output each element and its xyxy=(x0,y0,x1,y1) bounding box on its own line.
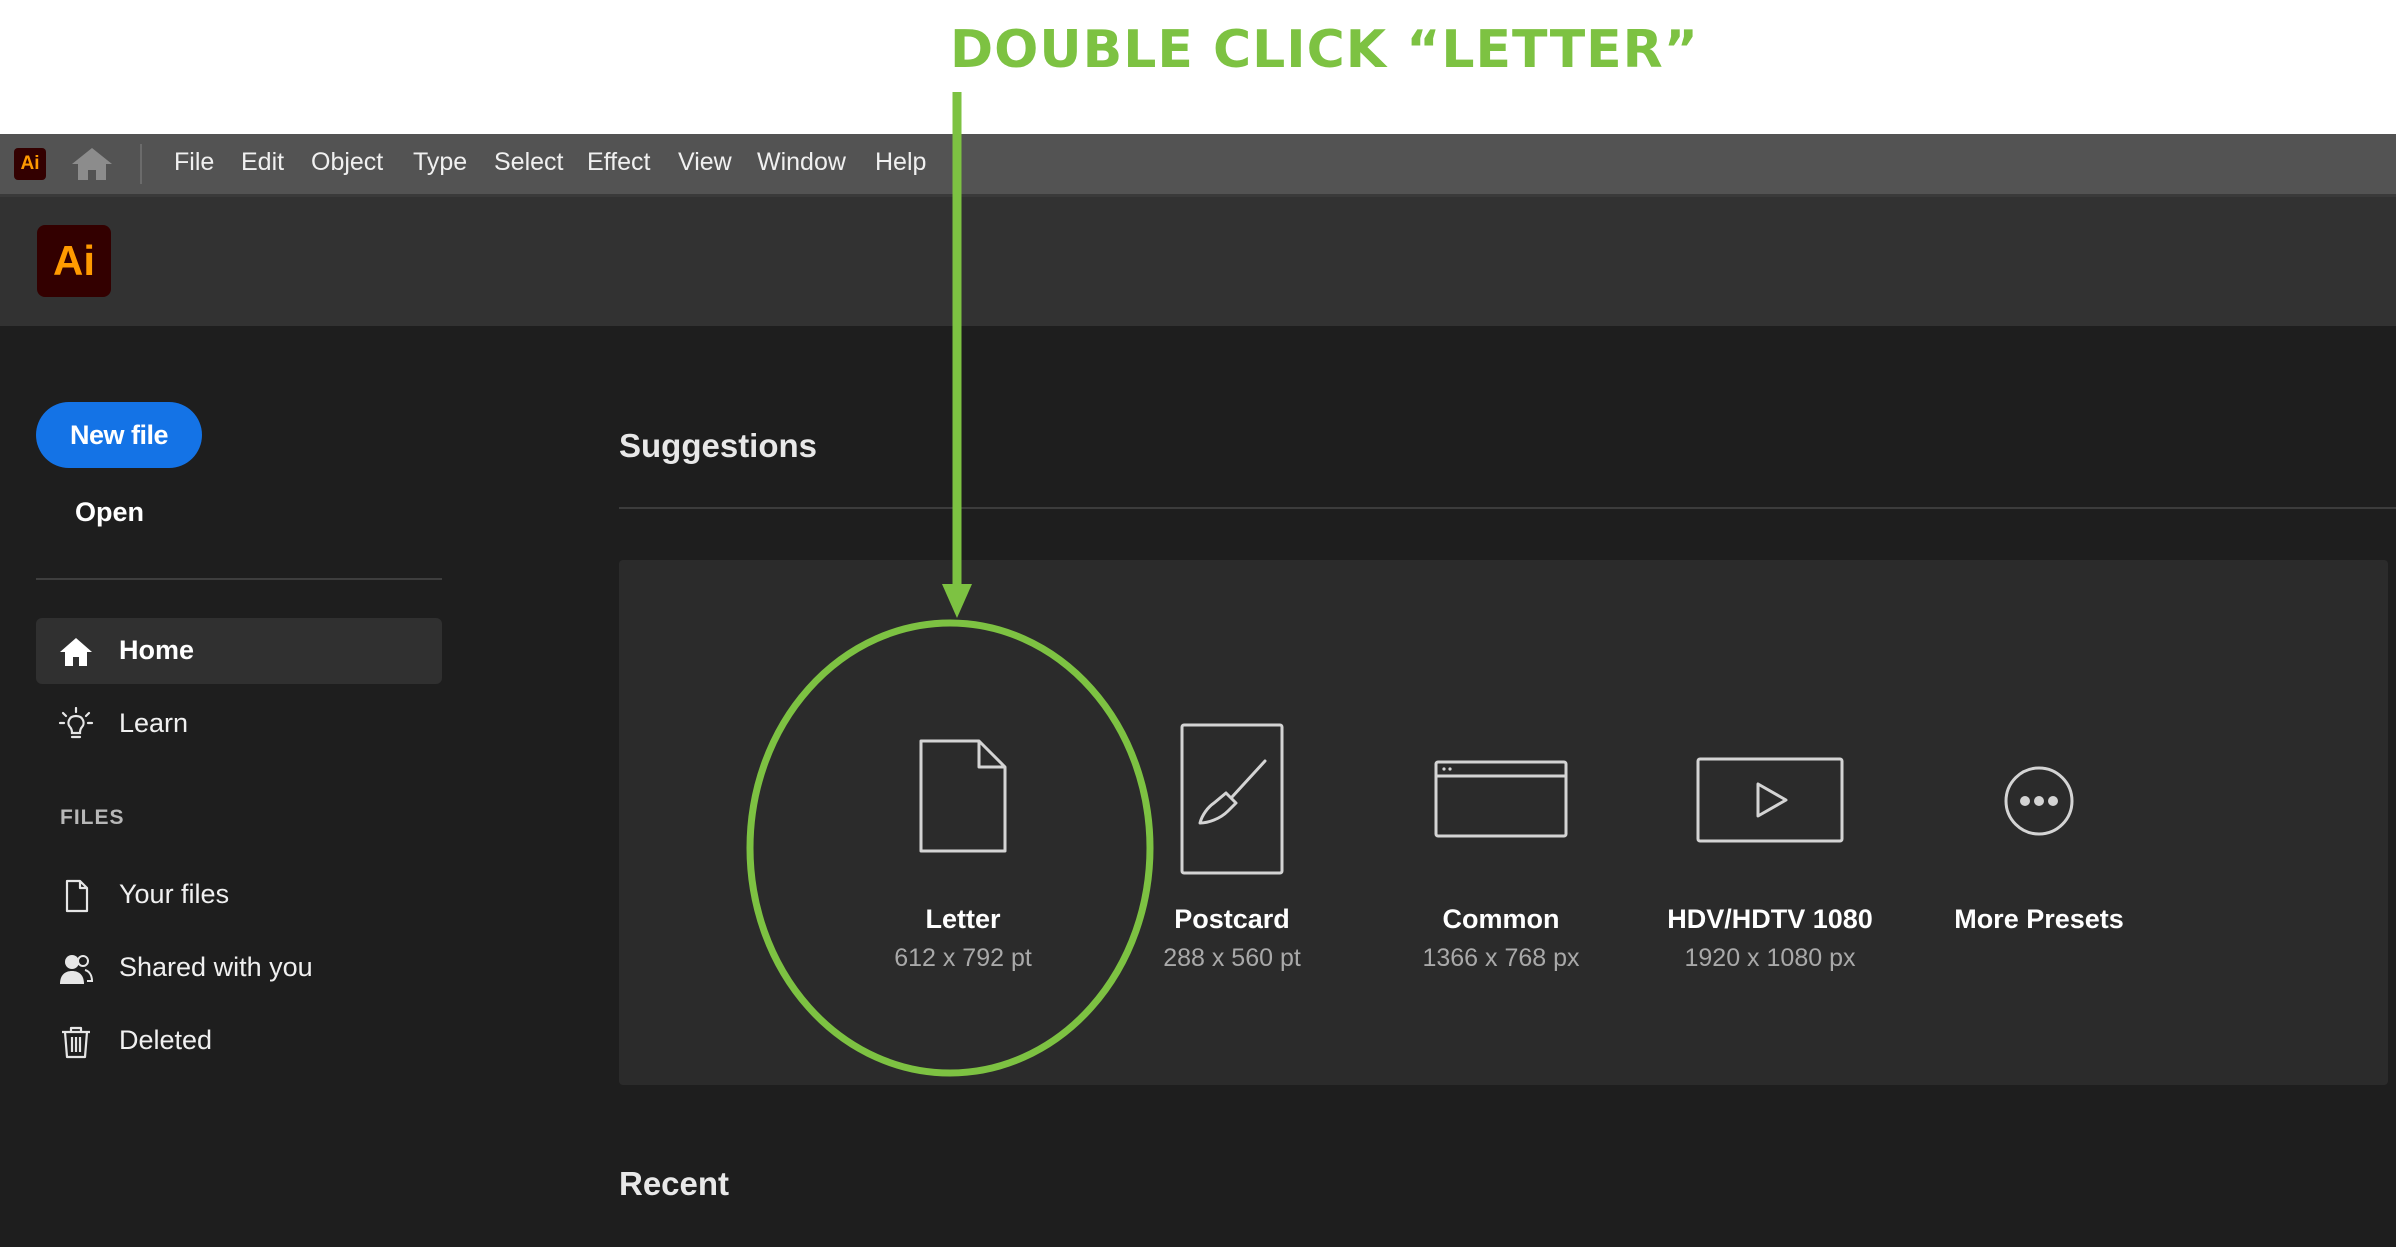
home-icon[interactable] xyxy=(70,146,114,182)
files-section-heading: FILES xyxy=(60,806,125,829)
preset-name: Common xyxy=(1442,904,1560,934)
menu-help[interactable]: Help xyxy=(875,147,926,177)
browser-window-icon xyxy=(1434,760,1568,838)
annotation-arrow-icon xyxy=(942,92,972,618)
menu-separator xyxy=(140,144,142,184)
menu-type[interactable]: Type xyxy=(413,147,467,177)
video-play-icon xyxy=(1696,757,1844,843)
recent-heading: Recent xyxy=(619,1165,730,1202)
preset-name: More Presets xyxy=(1954,904,2124,934)
sidebar-divider xyxy=(36,578,442,580)
sidebar-item-shared-with-you[interactable]: Shared with you xyxy=(36,935,442,1001)
postcard-brush-icon xyxy=(1180,723,1284,875)
menu-file[interactable]: File xyxy=(174,147,214,177)
menu-edit[interactable]: Edit xyxy=(241,147,284,177)
trash-icon xyxy=(62,1026,90,1059)
suggestions-divider xyxy=(619,507,2396,509)
annotation-banner: DOUBLE CLICK “LETTER” xyxy=(0,0,2396,134)
sidebar-item-label: Deleted xyxy=(119,1025,213,1055)
sidebar-item-deleted[interactable]: Deleted xyxy=(36,1008,442,1074)
open-button[interactable]: Open xyxy=(75,497,144,528)
preset-size: 1366 x 768 px xyxy=(1422,944,1580,972)
preset-more-presets[interactable]: More Presets xyxy=(1909,700,2169,990)
annotation-highlight-circle xyxy=(746,619,1154,1077)
preset-name: HDV/HDTV 1080 xyxy=(1667,904,1873,934)
sidebar-item-label: Your files xyxy=(119,879,230,909)
document-icon xyxy=(65,879,89,913)
sidebar-item-label: Learn xyxy=(119,708,189,738)
home-icon xyxy=(60,638,92,666)
preset-size: 1920 x 1080 px xyxy=(1684,944,1856,972)
app-header xyxy=(0,197,2396,326)
menu-view[interactable]: View xyxy=(678,147,732,177)
people-icon xyxy=(60,955,94,984)
preset-common[interactable]: Common 1366 x 768 px xyxy=(1371,700,1631,990)
sidebar-item-learn[interactable]: Learn xyxy=(36,691,442,757)
preset-hdv-hdtv-1080[interactable]: HDV/HDTV 1080 1920 x 1080 px xyxy=(1640,700,1900,990)
app-badge-icon[interactable]: Ai xyxy=(14,148,46,180)
sidebar-item-your-files[interactable]: Your files xyxy=(36,862,442,928)
menu-window[interactable]: Window xyxy=(757,147,846,177)
menu-select[interactable]: Select xyxy=(494,147,563,177)
sidebar-item-home[interactable]: Home xyxy=(36,618,442,684)
sidebar-item-label: Shared with you xyxy=(119,952,313,982)
menu-object[interactable]: Object xyxy=(311,147,383,177)
sidebar-item-label: Home xyxy=(119,635,195,665)
menu-effect[interactable]: Effect xyxy=(587,147,650,177)
more-ellipsis-icon xyxy=(2004,766,2074,836)
instruction-text: DOUBLE CLICK “LETTER” xyxy=(950,20,1699,80)
lightbulb-icon xyxy=(58,707,94,739)
suggestions-heading: Suggestions xyxy=(619,427,818,464)
illustrator-logo: Ai xyxy=(37,225,111,297)
new-file-button[interactable]: New file xyxy=(36,402,202,468)
